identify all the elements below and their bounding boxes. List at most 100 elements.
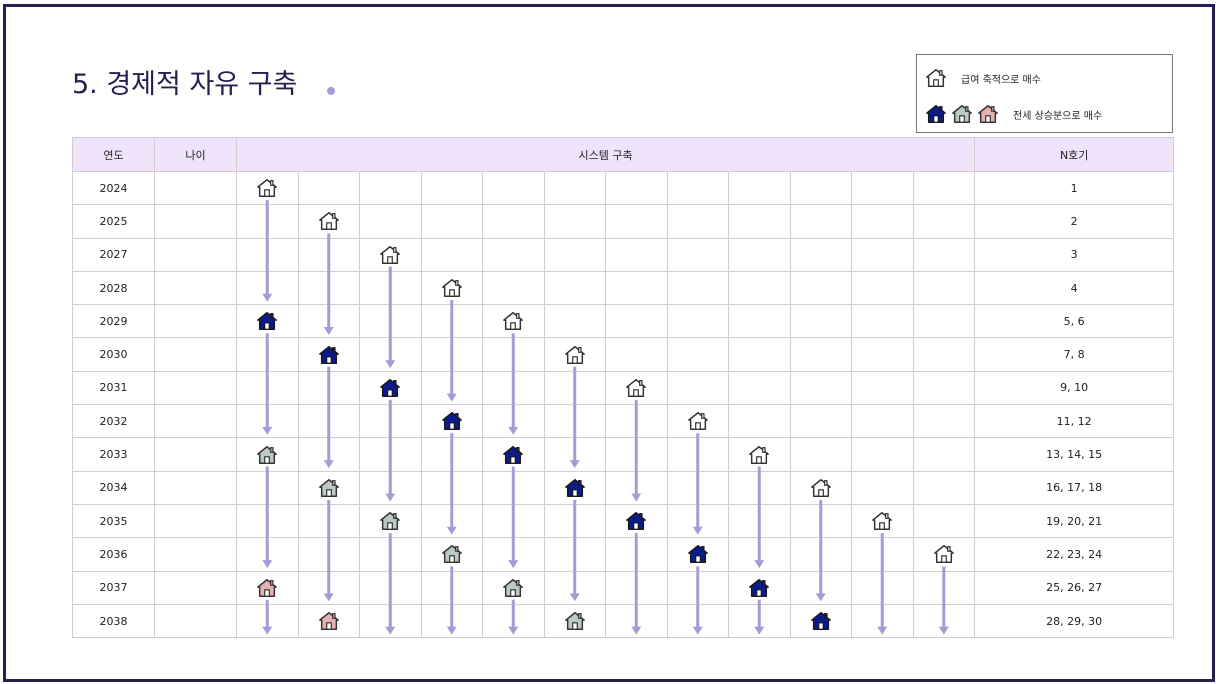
system-cell <box>728 570 791 605</box>
system-cell <box>912 304 976 339</box>
system-cell <box>728 470 791 505</box>
system-cell <box>420 270 483 306</box>
n-cell: 2 <box>974 204 1175 239</box>
white-house-icon <box>299 210 360 232</box>
system-cell <box>789 603 852 639</box>
white-house-icon <box>852 510 913 532</box>
system-cell <box>789 237 852 272</box>
system-cell <box>236 170 299 206</box>
white-house-icon <box>914 543 975 565</box>
system-cell <box>420 304 483 339</box>
system-cell <box>482 170 545 206</box>
system-cell <box>543 270 606 306</box>
n-cell: 13, 14, 15 <box>974 437 1175 472</box>
system-cell <box>359 603 422 639</box>
navy-house-icon <box>791 610 852 632</box>
system-cell <box>297 537 360 572</box>
white-house-icon <box>545 344 606 366</box>
legend-salary-label: 급여 축적으로 매수 <box>961 74 1041 86</box>
system-cell <box>912 537 976 572</box>
age-cell <box>154 237 237 272</box>
system-cell <box>728 304 791 339</box>
table-row: 2027 3 <box>72 237 1175 272</box>
n-cell: 7, 8 <box>974 337 1175 372</box>
table-row: 2034 16, 17, 18 <box>72 470 1175 505</box>
system-cell <box>420 237 483 272</box>
system-cell <box>851 270 914 306</box>
system-cell <box>297 404 360 439</box>
navy-house-icon <box>422 410 483 432</box>
year-cell: 2024 <box>72 170 155 206</box>
system-cell <box>912 570 976 605</box>
year-cell: 2031 <box>72 370 155 406</box>
age-cell <box>154 370 237 406</box>
system-cell <box>666 404 729 439</box>
table-row: 2037 25, 26, 27 <box>72 570 1175 605</box>
n-cell: 25, 26, 27 <box>974 570 1175 605</box>
year-cell: 2037 <box>72 570 155 605</box>
age-cell <box>154 503 237 539</box>
system-cell <box>236 603 299 639</box>
white-house-icon <box>483 310 544 332</box>
system-cell <box>912 404 976 439</box>
header-age: 나이 <box>154 137 237 172</box>
system-table: 연도 나이 시스템 구축 N호기 2024 1 2025 2 2027 3 2028 4 202… <box>72 137 1175 639</box>
system-cell <box>420 204 483 239</box>
system-cell <box>543 170 606 206</box>
year-cell: 2035 <box>72 503 155 539</box>
navy-house-icon <box>299 344 360 366</box>
system-cell <box>236 237 299 272</box>
year-cell: 2032 <box>72 404 155 439</box>
system-cell <box>482 503 545 539</box>
system-cell <box>420 503 483 539</box>
year-cell: 2027 <box>72 237 155 272</box>
system-cell <box>666 603 729 639</box>
system-cell <box>543 603 606 639</box>
age-cell <box>154 204 237 239</box>
system-cell <box>728 503 791 539</box>
system-cell <box>789 537 852 572</box>
system-cell <box>236 304 299 339</box>
system-cell <box>297 370 360 406</box>
system-cell <box>605 370 668 406</box>
header-system: 시스템 구축 <box>235 137 976 172</box>
system-cell <box>543 503 606 539</box>
system-cell <box>912 470 976 505</box>
navy-house-icon <box>606 510 667 532</box>
system-cell <box>605 603 668 639</box>
year-cell: 2029 <box>72 304 155 339</box>
age-cell <box>154 470 237 505</box>
navy-house-icon <box>925 103 951 125</box>
system-cell <box>605 237 668 272</box>
age-cell <box>154 603 237 639</box>
system-cell <box>789 170 852 206</box>
system-cell <box>297 237 360 272</box>
table-row: 2024 1 <box>72 170 1175 206</box>
system-cell <box>420 404 483 439</box>
system-cell <box>605 537 668 572</box>
n-cell: 3 <box>974 237 1175 272</box>
system-cell <box>789 337 852 372</box>
system-cell <box>851 470 914 505</box>
system-cell <box>297 570 360 605</box>
gray-house-icon <box>483 577 544 599</box>
system-cell <box>605 404 668 439</box>
system-cell <box>359 437 422 472</box>
system-cell <box>912 170 976 206</box>
age-cell <box>154 404 237 439</box>
system-cell <box>728 270 791 306</box>
pink-house-icon <box>237 577 298 599</box>
n-cell: 11, 12 <box>974 404 1175 439</box>
gray-house-icon <box>545 610 606 632</box>
year-cell: 2025 <box>72 204 155 239</box>
system-cell <box>297 270 360 306</box>
system-cell <box>851 404 914 439</box>
n-cell: 16, 17, 18 <box>974 470 1175 505</box>
system-cell <box>420 537 483 572</box>
system-cell <box>851 537 914 572</box>
system-cell <box>789 404 852 439</box>
system-cell <box>789 204 852 239</box>
age-cell <box>154 170 237 206</box>
system-cell <box>482 537 545 572</box>
system-cell <box>236 570 299 605</box>
